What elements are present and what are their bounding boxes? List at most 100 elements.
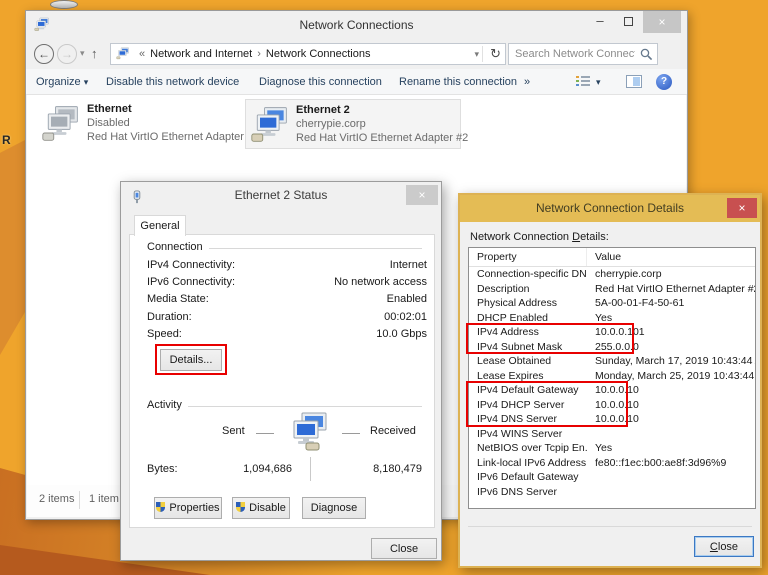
label-accesskey: D bbox=[572, 231, 581, 243]
breadcrumb-network-and-internet[interactable]: Network and Internet bbox=[150, 48, 252, 60]
activity-group-header: Activity bbox=[147, 399, 422, 411]
table-row[interactable]: Link-local IPv6 Address fe80::f1ec:b00:ae… bbox=[469, 456, 755, 471]
adapter-tile-ethernet-2[interactable]: Ethernet 2 cherrypie.corp Red Hat VirtIO… bbox=[245, 99, 468, 149]
status-row: Duration: 00:02:01 bbox=[147, 309, 427, 326]
label-suffix: etails: bbox=[580, 231, 609, 243]
table-row[interactable]: IPv6 DNS Server bbox=[469, 485, 755, 500]
recycle-bin-icon[interactable] bbox=[50, 0, 78, 9]
address-bar[interactable]: «Network and Internet › Network Connection… bbox=[110, 43, 506, 65]
minimize-button[interactable]: – bbox=[587, 11, 613, 33]
disable-device-command[interactable]: Disable this network device bbox=[106, 69, 239, 95]
diagnose-button[interactable]: Diagnose bbox=[302, 497, 366, 519]
close-button[interactable]: × bbox=[643, 11, 681, 33]
value-cell bbox=[587, 427, 755, 442]
network-adapter-icon bbox=[250, 105, 290, 145]
connection-group-header: Connection bbox=[147, 241, 422, 253]
row-value: 00:02:01 bbox=[384, 310, 427, 323]
property-column-header[interactable]: Property bbox=[469, 248, 587, 266]
table-row[interactable]: Lease Obtained Sunday, March 17, 2019 10:… bbox=[469, 354, 755, 369]
label-prefix: Network Connection bbox=[470, 231, 573, 243]
divider bbox=[79, 491, 80, 509]
title-bar[interactable]: Network Connections – × bbox=[26, 11, 687, 39]
breadcrumb-ellipsis-chevron[interactable]: « bbox=[134, 48, 150, 60]
table-row[interactable]: NetBIOS over Tcpip En... Yes bbox=[469, 441, 755, 456]
table-row[interactable]: Physical Address 5A-00-01-F4-50-61 bbox=[469, 296, 755, 311]
details-list: Property Value Connection-specific DN...… bbox=[468, 247, 756, 509]
dash-line bbox=[256, 433, 274, 434]
ethernet-2-status-dialog: Ethernet 2 Status × General Connection I… bbox=[120, 181, 442, 561]
network-connection-details-dialog: Network Connection Details × Network Con… bbox=[458, 193, 762, 568]
view-options-dropdown-icon[interactable]: ▾ bbox=[596, 69, 601, 95]
search-icon bbox=[640, 48, 653, 64]
command-toolbar: Organize ▾ Disable this network device D… bbox=[26, 69, 687, 95]
search-box[interactable] bbox=[508, 43, 658, 65]
property-cell: Link-local IPv6 Address bbox=[477, 456, 587, 469]
value-cell: Sunday, March 17, 2019 10:43:44 AM bbox=[595, 355, 755, 367]
adapter-name: Ethernet 2 bbox=[296, 104, 350, 116]
organize-menu[interactable]: Organize ▾ bbox=[36, 69, 88, 95]
table-row[interactable]: Connection-specific DN... cherrypie.corp bbox=[469, 267, 755, 282]
row-label: Duration: bbox=[147, 310, 192, 323]
divider bbox=[468, 526, 752, 527]
maximize-button[interactable] bbox=[615, 11, 641, 33]
row-label: IPv6 Connectivity: bbox=[147, 276, 236, 289]
back-button[interactable]: ← bbox=[34, 44, 54, 64]
close-button[interactable]: Close bbox=[371, 538, 437, 559]
up-button[interactable]: ↑ bbox=[91, 46, 98, 61]
status-row: Media State: Enabled bbox=[147, 291, 427, 308]
toolbar-overflow-chevron[interactable]: » bbox=[524, 69, 530, 95]
status-row: Speed: 10.0 Gbps bbox=[147, 326, 427, 343]
properties-button[interactable]: Properties bbox=[154, 497, 222, 519]
value-cell: 5A-00-01-F4-50-61 bbox=[595, 297, 685, 309]
disable-label: Disable bbox=[249, 502, 286, 514]
forward-button[interactable]: → bbox=[57, 44, 77, 64]
help-icon[interactable]: ? bbox=[656, 74, 672, 90]
uac-shield-icon bbox=[236, 502, 246, 512]
property-cell: NetBIOS over Tcpip En... bbox=[477, 442, 587, 454]
value-cell bbox=[587, 470, 755, 485]
dialog-title: Network Connection Details bbox=[535, 201, 685, 215]
dialog-title-bar[interactable]: Network Connection Details × bbox=[460, 195, 760, 222]
property-cell: IPv6 Default Gateway bbox=[477, 471, 579, 483]
table-row[interactable]: IPv4 WINS Server bbox=[469, 427, 755, 442]
list-header: Property Value bbox=[469, 248, 755, 267]
received-label: Received bbox=[370, 425, 416, 437]
general-tab-panel: Connection IPv4 Connectivity: Internet IP… bbox=[129, 234, 435, 528]
property-cell: IPv4 WINS Server bbox=[477, 427, 563, 440]
address-dropdown-icon[interactable]: ▾ bbox=[474, 44, 479, 64]
tab-general[interactable]: General bbox=[134, 215, 186, 236]
rename-connection-command[interactable]: Rename this connection bbox=[399, 69, 517, 95]
value-cell: Red Hat VirtIO Ethernet Adapter #2 bbox=[595, 282, 755, 295]
close-icon[interactable]: × bbox=[727, 198, 757, 218]
desktop-icon-label[interactable]: R bbox=[2, 133, 11, 147]
uac-shield-icon bbox=[156, 502, 166, 512]
adapter-name: Ethernet bbox=[87, 103, 132, 115]
adapter-device: Red Hat VirtIO Ethernet Adapter bbox=[87, 131, 244, 143]
disable-button[interactable]: Disable bbox=[232, 497, 290, 519]
bytes-label: Bytes: bbox=[147, 463, 178, 475]
history-dropdown-icon[interactable]: ▾ bbox=[80, 48, 85, 59]
breadcrumb-network-connections[interactable]: Network Connections bbox=[266, 48, 371, 60]
view-options-icon[interactable] bbox=[576, 76, 590, 88]
diagnose-connection-command[interactable]: Diagnose this connection bbox=[259, 69, 382, 95]
search-input[interactable] bbox=[509, 44, 635, 64]
dialog-title-bar[interactable]: Ethernet 2 Status × bbox=[121, 182, 441, 209]
adapter-tile-ethernet[interactable]: Ethernet Disabled Red Hat VirtIO Etherne… bbox=[37, 99, 244, 149]
status-row: IPv6 Connectivity: No network access bbox=[147, 274, 427, 291]
row-value: Enabled bbox=[386, 293, 427, 306]
table-row[interactable]: IPv6 Default Gateway bbox=[469, 470, 755, 485]
sent-bytes-value: 1,094,686 bbox=[243, 463, 292, 475]
close-button[interactable]: Close bbox=[694, 536, 754, 557]
divider bbox=[482, 46, 483, 62]
adapter-device: Red Hat VirtIO Ethernet Adapter #2 bbox=[296, 132, 469, 144]
value-column-header[interactable]: Value bbox=[587, 248, 755, 266]
refresh-icon[interactable]: ↻ bbox=[490, 44, 501, 64]
preview-pane-icon[interactable] bbox=[626, 75, 642, 88]
network-adapter-disabled-icon bbox=[41, 104, 81, 144]
row-label: IPv4 Connectivity: bbox=[147, 259, 236, 271]
table-row[interactable]: Description Red Hat VirtIO Ethernet Adapt… bbox=[469, 282, 755, 297]
status-row: IPv4 Connectivity: Internet bbox=[147, 257, 427, 274]
property-cell: Physical Address bbox=[477, 297, 557, 309]
close-icon[interactable]: × bbox=[406, 185, 438, 205]
annotation-box-details bbox=[155, 344, 227, 375]
